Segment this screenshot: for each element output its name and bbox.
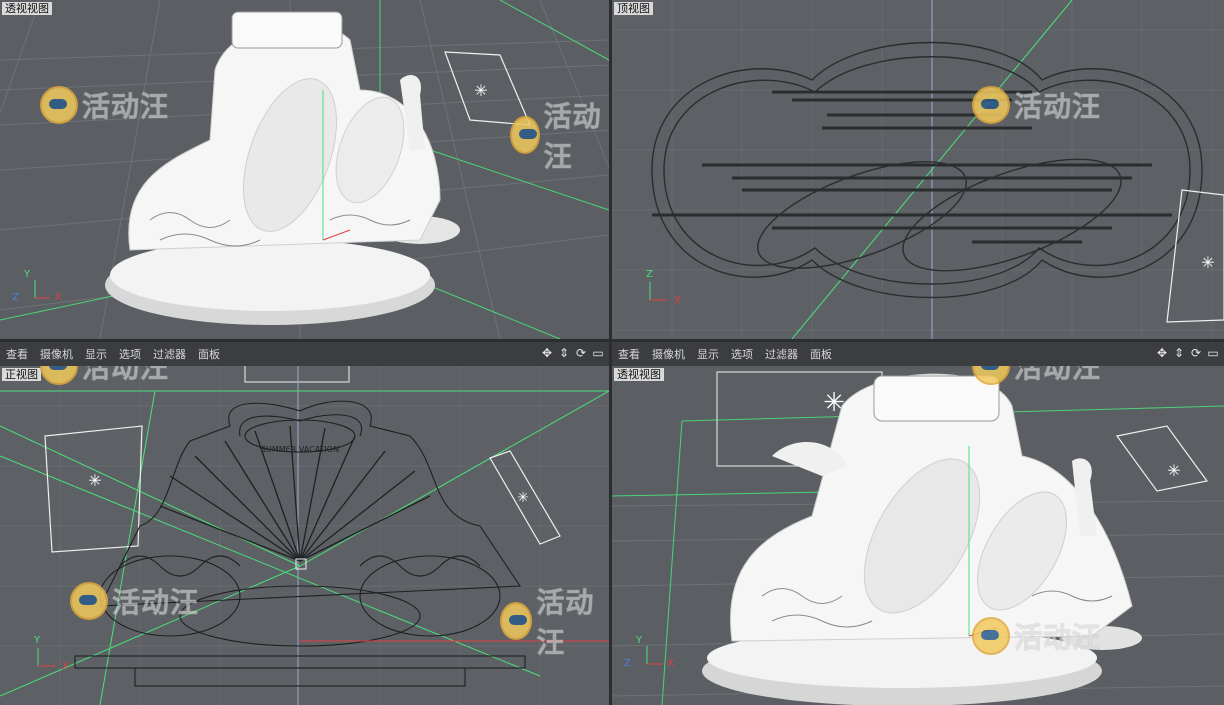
viewport-front[interactable]: ✳ ✳ SUMMER VACATION Y X 正视图 活动汪 活动汪 活动汪: [0, 366, 609, 705]
watermark-text: 活动汪: [1013, 366, 1102, 385]
move-icon[interactable]: ✥: [540, 346, 554, 360]
mascot-icon: [972, 617, 1010, 655]
watermark-logo: 活动汪: [500, 581, 609, 661]
viewport-menubar: 查看 摄像机 显示 选项 过滤器 面板 ✥ ⇕ ⟳ ▭: [612, 342, 1224, 366]
move-icon[interactable]: ✥: [1155, 346, 1169, 360]
maximize-icon[interactable]: ▭: [1206, 346, 1220, 360]
watermark-logo: 活动汪: [972, 85, 1101, 125]
menu-camera[interactable]: 摄像机: [40, 346, 73, 362]
viewport-label[interactable]: 透视视图: [2, 2, 52, 15]
mascot-icon: [510, 116, 540, 154]
mascot-icon: [40, 366, 78, 385]
menu-display[interactable]: 显示: [697, 346, 719, 362]
viewport-perspective-top[interactable]: ✳ Y Z X 透视视图 活动汪 活动汪: [0, 0, 609, 339]
watermark-text: 活动汪: [81, 90, 170, 124]
watermark-logo: 活动汪: [40, 85, 169, 125]
menu-options[interactable]: 选项: [731, 346, 753, 362]
svg-text:Z: Z: [624, 658, 631, 669]
zoom-icon[interactable]: ⇕: [1172, 346, 1186, 360]
mascot-icon: [972, 86, 1010, 124]
svg-text:✳: ✳: [88, 471, 101, 490]
svg-text:✳: ✳: [1201, 253, 1214, 272]
watermark-text: 活动汪: [543, 100, 602, 174]
view-navigation: ✥ ⇕ ⟳ ▭: [540, 346, 605, 360]
viewport-label[interactable]: 正视图: [2, 368, 41, 381]
svg-text:Z: Z: [646, 269, 653, 280]
viewport-menubar: 查看 摄像机 显示 选项 过滤器 面板 ✥ ⇕ ⟳ ▭: [0, 342, 609, 366]
watermark-logo: 活动汪: [972, 616, 1101, 656]
model-text: SUMMER VACATION: [261, 445, 339, 454]
watermark-logo: 活动汪: [972, 366, 1101, 386]
svg-text:X: X: [62, 661, 69, 672]
menu-options[interactable]: 选项: [119, 346, 141, 362]
svg-text:✳: ✳: [517, 490, 529, 506]
viewport-top[interactable]: ✳ Z X 顶视图 活动汪: [612, 0, 1224, 339]
menu-view[interactable]: 查看: [6, 346, 28, 362]
watermark-text: 活动汪: [1013, 621, 1102, 655]
menu-display[interactable]: 显示: [85, 346, 107, 362]
menu-filter[interactable]: 过滤器: [153, 346, 186, 362]
watermark-text: 活动汪: [81, 366, 170, 385]
svg-text:Y: Y: [33, 635, 41, 646]
rotate-icon[interactable]: ⟳: [1189, 346, 1203, 360]
view-navigation: ✥ ⇕ ⟳ ▭: [1155, 346, 1220, 360]
mascot-icon: [40, 86, 78, 124]
top-view-scene: ✳ Z X: [612, 0, 1224, 339]
watermark-logo: 活动汪: [40, 366, 169, 386]
svg-text:✳: ✳: [474, 81, 487, 100]
svg-text:Y: Y: [23, 269, 31, 280]
watermark-logo: 活动汪: [70, 581, 199, 621]
mascot-icon: [972, 366, 1010, 385]
menu-panel[interactable]: 面板: [198, 346, 220, 362]
watermark-text: 活动汪: [536, 586, 595, 660]
zoom-icon[interactable]: ⇕: [557, 346, 571, 360]
svg-text:X: X: [667, 658, 674, 669]
svg-text:✳: ✳: [1167, 461, 1180, 480]
menu-filter[interactable]: 过滤器: [765, 346, 798, 362]
watermark-text: 活动汪: [111, 586, 200, 620]
mascot-icon: [500, 602, 533, 640]
menu-view[interactable]: 查看: [618, 346, 640, 362]
menu-panel[interactable]: 面板: [810, 346, 832, 362]
svg-text:X: X: [674, 295, 681, 306]
rotate-icon[interactable]: ⟳: [574, 346, 588, 360]
mascot-icon: [70, 582, 108, 620]
svg-text:Y: Y: [635, 635, 643, 646]
viewport-label[interactable]: 透视视图: [614, 368, 664, 381]
menu-camera[interactable]: 摄像机: [652, 346, 685, 362]
viewport-label[interactable]: 顶视图: [614, 2, 653, 15]
watermark-logo: 活动汪: [510, 95, 609, 175]
svg-text:Z: Z: [12, 292, 19, 303]
maximize-icon[interactable]: ▭: [591, 346, 605, 360]
perspective-scene-2: ✳ ✳ Y Z X: [612, 366, 1224, 705]
watermark-text: 活动汪: [1013, 90, 1102, 124]
viewport-perspective-bottom[interactable]: ✳ ✳ Y Z X 透视视图 活动汪 活动汪: [612, 366, 1224, 705]
svg-text:X: X: [55, 292, 62, 303]
